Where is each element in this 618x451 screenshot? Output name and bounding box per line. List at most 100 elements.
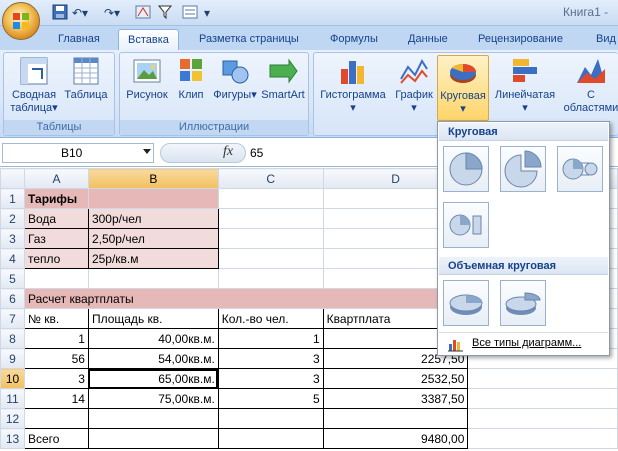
row-header[interactable]: 11 <box>0 388 25 409</box>
row-header[interactable]: 7 <box>0 308 25 329</box>
cell-e10[interactable] <box>467 368 618 389</box>
select-all-corner[interactable] <box>0 168 25 189</box>
cell-d11[interactable]: 3387,50 <box>322 388 469 409</box>
cell-c12[interactable] <box>217 408 324 429</box>
gallery-section-3d-pie: Объемная круговая <box>439 257 608 275</box>
3d-pie-option[interactable] <box>443 280 489 326</box>
column-chart-button[interactable]: Гистограмма ▾ <box>318 55 388 115</box>
cell-b9[interactable]: 54,00кв.м. <box>87 348 219 369</box>
cell-a6[interactable]: Расчет квартплаты <box>23 288 469 309</box>
insert-function-icon[interactable]: fx <box>223 144 233 160</box>
filter-icon[interactable] <box>157 4 174 22</box>
cell-d12[interactable] <box>322 408 469 429</box>
name-box[interactable]: B10 <box>2 143 154 163</box>
line-chart-button[interactable]: График ▾ <box>392 55 436 115</box>
row-header[interactable]: 12 <box>0 408 25 429</box>
cell-a5[interactable] <box>23 268 89 289</box>
cell-b11[interactable]: 75,00кв.м. <box>87 388 219 409</box>
tab-data[interactable]: Данные <box>408 29 448 50</box>
cell-d13[interactable]: 9480,00 <box>322 428 469 449</box>
cell-a10[interactable]: 3 <box>23 368 89 389</box>
cell-c3[interactable] <box>217 228 324 249</box>
cell-a4[interactable]: тепло <box>23 248 89 269</box>
column-header-b[interactable]: B <box>87 168 219 189</box>
row-header[interactable]: 3 <box>0 228 25 249</box>
form-icon[interactable] <box>182 4 198 22</box>
pivot-table-button[interactable]: Сводная таблица▾ <box>8 55 60 115</box>
exploded-3d-pie-option[interactable] <box>500 280 546 326</box>
save-icon[interactable] <box>52 4 68 22</box>
cell-b2[interactable]: 300р/чел <box>87 208 219 229</box>
tab-page-layout[interactable]: Разметка страницы <box>199 29 299 50</box>
bar-of-pie-option[interactable] <box>443 202 489 248</box>
tab-review[interactable]: Рецензирование <box>478 29 563 50</box>
cell-b7[interactable]: Площадь кв. <box>87 308 219 329</box>
tab-insert[interactable]: Вставка <box>118 29 179 50</box>
cell-b8[interactable]: 40,00кв.м. <box>87 328 219 349</box>
formula-input[interactable]: 65 <box>250 146 263 160</box>
column-header-a[interactable]: A <box>23 168 89 189</box>
row-header[interactable]: 10 <box>0 368 25 389</box>
cell-b5[interactable] <box>87 268 219 289</box>
pie-of-pie-option[interactable] <box>557 146 603 192</box>
office-button[interactable] <box>2 2 40 40</box>
cell-c11[interactable]: 5 <box>217 388 324 409</box>
bar-chart-button[interactable]: Линейчатая ▾ <box>492 55 558 115</box>
shapes-button[interactable]: Фигуры▾ <box>212 55 258 102</box>
cell-a1[interactable]: Тарифы <box>23 188 89 209</box>
cell-c1[interactable] <box>217 188 324 209</box>
cell-b12[interactable] <box>87 408 219 429</box>
cell-a8[interactable]: 1 <box>23 328 89 349</box>
cell-a13[interactable]: Всего <box>23 428 89 449</box>
cell-d10[interactable]: 2532,50 <box>322 368 469 389</box>
row-header[interactable]: 5 <box>0 268 25 289</box>
cell-c2[interactable] <box>217 208 324 229</box>
cell-e11[interactable] <box>467 388 618 409</box>
cell-a7[interactable]: № кв. <box>23 308 89 329</box>
cell-a9[interactable]: 56 <box>23 348 89 369</box>
cell-c5[interactable] <box>217 268 324 289</box>
table-button[interactable]: Таблица <box>62 55 110 102</box>
row-header[interactable]: 8 <box>0 328 25 349</box>
pie-option[interactable] <box>443 146 489 192</box>
cell-b4[interactable]: 25р/кв.м <box>87 248 219 269</box>
cell-c9[interactable]: 3 <box>217 348 324 369</box>
cell-a2[interactable]: Вода <box>23 208 89 229</box>
tab-view[interactable]: Вид <box>596 29 616 50</box>
row-header[interactable]: 1 <box>0 188 25 209</box>
row-header[interactable]: 2 <box>0 208 25 229</box>
clip-button[interactable]: Клип <box>174 55 208 102</box>
cell-a12[interactable] <box>23 408 89 429</box>
picture-button[interactable]: Рисунок <box>124 55 170 102</box>
row-header[interactable]: 13 <box>0 428 25 449</box>
exploded-pie-option[interactable] <box>500 146 546 192</box>
cell-b3[interactable]: 2,50р/чел <box>87 228 219 249</box>
cell-b13[interactable] <box>87 428 219 449</box>
cell-c4[interactable] <box>217 248 324 269</box>
tab-home[interactable]: Главная <box>58 29 100 50</box>
row-header[interactable]: 6 <box>0 288 25 309</box>
area-chart-button[interactable]: С областями <box>562 55 618 115</box>
cell-e13[interactable] <box>467 428 618 449</box>
name-box-dropdown-icon[interactable] <box>143 149 151 154</box>
cell-c10[interactable]: 3 <box>217 368 324 389</box>
all-chart-types-link[interactable]: Все типы диаграмм... <box>439 332 608 354</box>
pie-chart-button[interactable]: Круговая ▾ <box>437 55 489 121</box>
toolbar-icon[interactable] <box>135 4 151 22</box>
cell-b1[interactable] <box>87 188 219 209</box>
customize-qat-icon[interactable]: ▾ <box>204 4 210 22</box>
undo-icon[interactable]: ↶▾ <box>72 4 88 22</box>
cell-c13[interactable] <box>217 428 324 449</box>
cell-c7[interactable]: Кол.-во чел. <box>217 308 324 329</box>
column-header-c[interactable]: C <box>217 168 324 189</box>
cell-a11[interactable]: 14 <box>23 388 89 409</box>
cell-c8[interactable]: 1 <box>217 328 324 349</box>
row-header[interactable]: 9 <box>0 348 25 369</box>
smartart-button[interactable]: SmartArt <box>260 55 306 102</box>
tab-formulas[interactable]: Формулы <box>330 29 378 50</box>
cell-b10-active[interactable]: 65,00кв.м. <box>87 368 219 389</box>
cell-a3[interactable]: Газ <box>23 228 89 249</box>
row-header[interactable]: 4 <box>0 248 25 269</box>
redo-icon[interactable]: ↷▾ <box>104 4 120 22</box>
cell-e12[interactable] <box>467 408 618 429</box>
